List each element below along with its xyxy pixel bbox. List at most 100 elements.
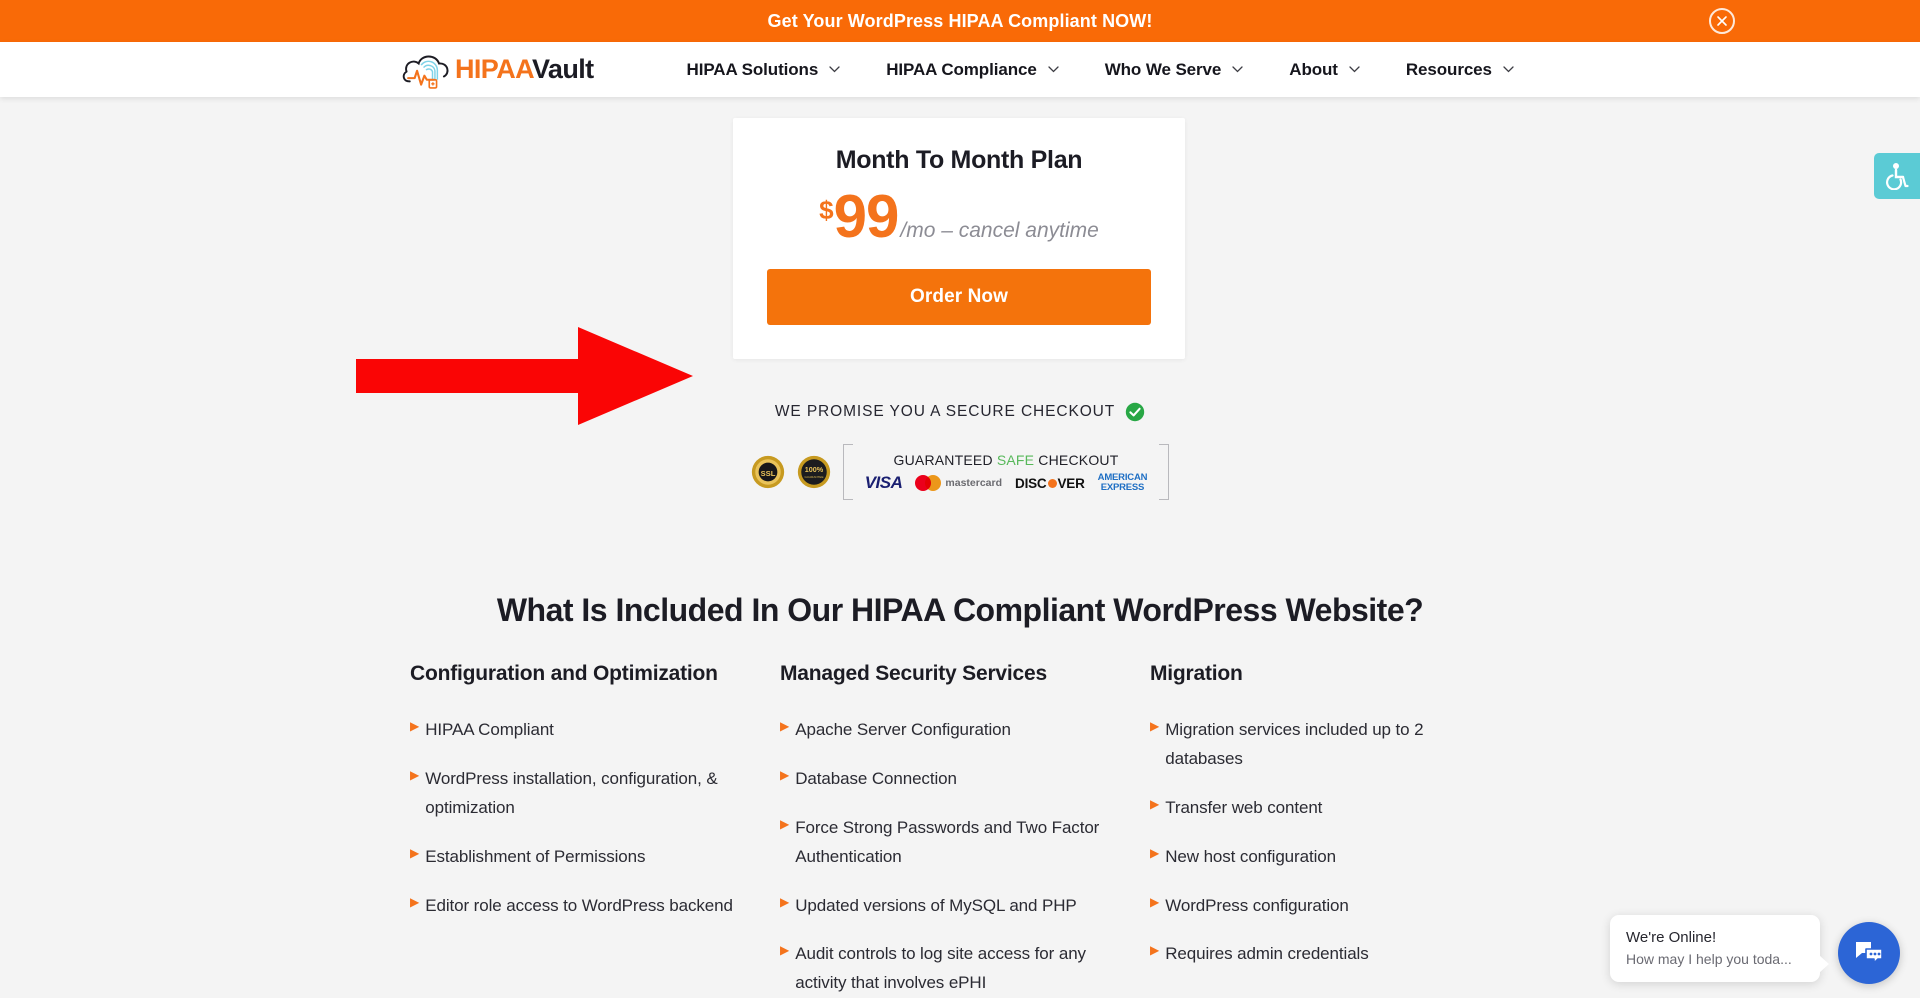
list-item: ▶ Migration services included up to 2 da…	[1150, 716, 1474, 774]
bullet-arrow-icon: ▶	[410, 845, 420, 860]
price-row: $ 99 /mo – cancel anytime	[767, 187, 1151, 247]
list-item: ▶ HIPAA Compliant	[410, 716, 734, 745]
brand-word-part1: HIPAA	[455, 54, 533, 84]
feature-text: Force Strong Passwords and Two Factor Au…	[795, 817, 1100, 866]
feature-text: Editor role access to WordPress backend	[425, 895, 733, 915]
bullet-arrow-icon: ▶	[780, 816, 790, 831]
promo-bar: Get Your WordPress HIPAA Compliant NOW!	[0, 0, 1920, 42]
page-title: What Is Included In Our HIPAA Compliant …	[496, 592, 1424, 628]
nav-label: HIPAA Compliance	[886, 59, 1037, 79]
primary-navigation: HIPAA Solutions HIPAA Compliance Who We …	[664, 60, 1537, 80]
close-icon[interactable]	[1709, 8, 1735, 34]
discover-dot-icon	[1047, 478, 1057, 488]
list-item: ▶ WordPress configuration	[1150, 892, 1474, 921]
nav-item-hipaa-compliance[interactable]: HIPAA Compliance	[863, 60, 1081, 80]
payment-card-logos: VISA mastercard DISC VER AMERICAN EXPRESS	[865, 473, 1148, 493]
price-currency: $	[819, 195, 834, 225]
price-amount: 99	[833, 183, 900, 250]
feature-text: Establishment of Permissions	[425, 846, 646, 866]
column-configuration-and-optimization: Configuration and Optimization ▶ HIPAA C…	[410, 662, 780, 998]
site-header: HIPAAVault HIPAA Solutions HIPAA Complia…	[0, 42, 1920, 97]
mastercard-circles-icon	[915, 475, 942, 491]
feature-text: Apache Server Configuration	[795, 720, 1011, 739]
nav-item-who-we-serve[interactable]: Who We Serve	[1082, 60, 1267, 80]
feature-text: WordPress configuration	[1165, 895, 1349, 915]
nav-item-about[interactable]: About	[1266, 60, 1383, 80]
column-title: Managed Security Services	[780, 662, 1047, 685]
safe-suffix: CHECKOUT	[1034, 452, 1119, 468]
brand-logo-link[interactable]: HIPAAVault	[400, 47, 594, 93]
safe-word: SAFE	[996, 452, 1035, 468]
brand-word-part2: Vault	[532, 54, 594, 84]
bullet-arrow-icon: ▶	[780, 767, 790, 782]
column-title: Migration	[1150, 662, 1243, 685]
amex-logo: AMERICAN EXPRESS	[1098, 473, 1148, 492]
nav-label: About	[1289, 59, 1338, 79]
included-columns: Configuration and Optimization ▶ HIPAA C…	[410, 662, 1520, 998]
feature-text: Transfer web content	[1165, 797, 1323, 817]
bullet-arrow-icon: ▶	[1150, 796, 1160, 811]
plan-title: Month To Month Plan	[835, 146, 1083, 174]
bullet-arrow-icon: ▶	[410, 767, 420, 782]
list-item: ▶ Transfer web content	[1150, 794, 1474, 823]
list-item: ▶ Force Strong Passwords and Two Factor …	[780, 814, 1104, 872]
chat-bubbles-icon	[1856, 942, 1883, 964]
mastercard-logo: mastercard	[915, 475, 1002, 491]
column-title: Configuration and Optimization	[410, 662, 718, 685]
chevron-down-icon	[1048, 66, 1059, 73]
accessibility-widget-button[interactable]	[1874, 153, 1920, 199]
wheelchair-accessibility-icon	[1886, 163, 1909, 190]
bullet-arrow-icon: ▶	[1150, 845, 1160, 860]
list-item: ▶ New host configuration	[1150, 843, 1474, 872]
pricing-card: Month To Month Plan $ 99 /mo – cancel an…	[733, 118, 1185, 359]
svg-text:GUARANTEE: GUARANTEE	[804, 475, 823, 479]
nav-label: Resources	[1405, 59, 1492, 79]
amex-line2: EXPRESS	[1100, 482, 1145, 493]
list-item: ▶ Updated versions of MySQL and PHP	[780, 892, 1104, 921]
secure-checkout-promise: WE PROMISE YOU A SECURE CHECKOUT	[0, 402, 1920, 422]
price-suffix: /mo – cancel anytime	[900, 219, 1099, 242]
bullet-arrow-icon: ▶	[780, 943, 790, 958]
nav-label: HIPAA Solutions	[686, 59, 819, 79]
guarantee-seal-icon: 100% GUARANTEE	[797, 455, 830, 489]
guaranteed-safe-checkout-box: GUARANTEED SAFE CHECKOUT VISA mastercard…	[842, 444, 1170, 500]
promo-bar-text: Get Your WordPress HIPAA Compliant NOW!	[767, 10, 1153, 31]
check-circle-icon	[1125, 402, 1145, 422]
list-item: ▶ WordPress installation, configuration,…	[410, 765, 734, 823]
list-item: ▶ Database Connection	[780, 765, 1104, 794]
page-body: Month To Month Plan $ 99 /mo – cancel an…	[0, 97, 1920, 998]
chat-launcher-button[interactable]	[1838, 922, 1900, 984]
chevron-down-icon	[1232, 66, 1243, 73]
visa-logo: VISA	[864, 473, 903, 492]
nav-item-resources[interactable]: Resources	[1383, 60, 1537, 80]
chat-greeting-bubble[interactable]: We're Online! How may I help you toda...	[1610, 915, 1829, 982]
feature-text: Requires admin credentials	[1165, 944, 1369, 964]
bullet-arrow-icon: ▶	[1150, 719, 1160, 733]
chevron-down-icon	[829, 66, 840, 73]
bullet-arrow-icon: ▶	[780, 894, 790, 909]
feature-text: WordPress installation, configuration, &…	[425, 768, 718, 817]
bullet-arrow-icon: ▶	[1150, 894, 1160, 909]
chevron-down-icon	[1349, 66, 1360, 73]
order-now-button[interactable]: Order Now	[767, 269, 1151, 325]
chat-title: We're Online!	[1626, 929, 1717, 946]
nav-item-hipaa-solutions[interactable]: HIPAA Solutions	[664, 60, 864, 80]
bullet-arrow-icon: ▶	[1150, 943, 1160, 958]
ssl-seal-icon: SSL	[751, 455, 784, 489]
column-managed-security-services: Managed Security Services ▶ Apache Serve…	[780, 662, 1150, 998]
list-item: ▶ Apache Server Configuration	[780, 716, 1104, 745]
chat-subtitle: How may I help you toda...	[1626, 951, 1792, 967]
bullet-arrow-icon: ▶	[410, 719, 420, 733]
feature-text: New host configuration	[1165, 846, 1336, 866]
column-migration: Migration ▶ Migration services included …	[1150, 662, 1520, 998]
promise-text: WE PROMISE YOU A SECURE CHECKOUT	[774, 403, 1116, 420]
list-item: ▶ Requires admin credentials	[1150, 940, 1474, 969]
bullet-arrow-icon: ▶	[410, 894, 420, 909]
nav-label: Who We Serve	[1104, 59, 1222, 79]
discover-logo: DISC VER	[1015, 476, 1085, 491]
bullet-arrow-icon: ▶	[780, 719, 790, 733]
svg-text:100%: 100%	[804, 465, 823, 474]
safe-checkout-title: GUARANTEED SAFE CHECKOUT	[865, 452, 1148, 468]
list-item: ▶ Audit controls to log site access for …	[780, 940, 1104, 998]
mastercard-text: mastercard	[945, 477, 1003, 489]
